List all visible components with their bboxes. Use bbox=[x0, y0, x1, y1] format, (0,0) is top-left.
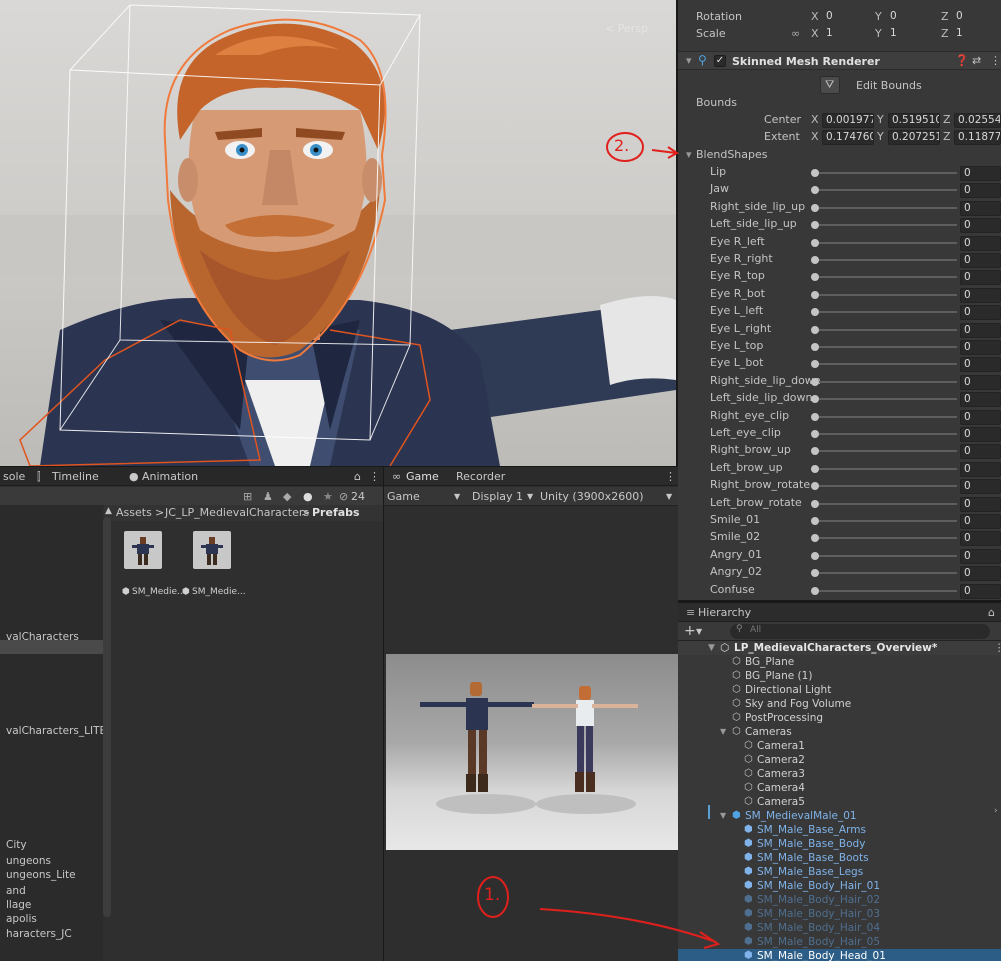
annotation-one: 1. bbox=[484, 885, 501, 905]
annotation-two: 2. bbox=[614, 136, 630, 155]
red-annotation-layer bbox=[477, 132, 721, 949]
